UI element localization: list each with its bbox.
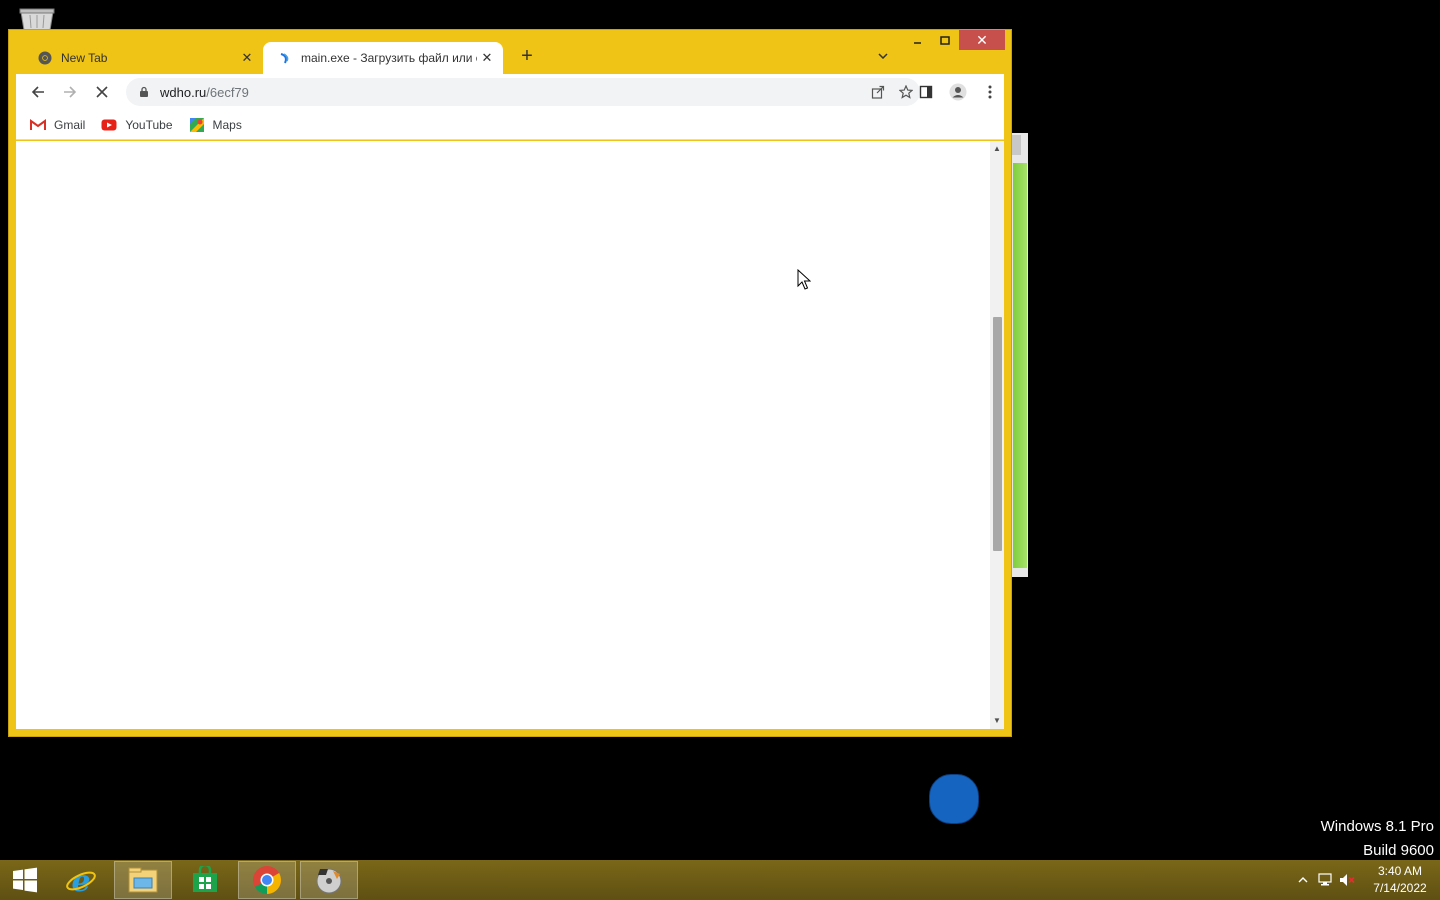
windows-watermark: Windows 8.1 Pro Build 9600 [1321, 815, 1434, 863]
stop-loading-icon[interactable] [88, 78, 116, 106]
address-bar[interactable]: wdho.ru/6ecf79 [126, 78, 920, 106]
store-icon[interactable] [176, 861, 234, 899]
bookmark-label: Gmail [54, 117, 86, 132]
window-controls: ✕ [903, 30, 1005, 52]
bookmark-gmail[interactable]: Gmail [30, 117, 85, 133]
side-panel-icon[interactable] [912, 78, 940, 106]
url-host: wdho.ru [160, 84, 207, 100]
tab-title: New Tab [61, 51, 108, 65]
scroll-thumb[interactable] [993, 317, 1002, 551]
bookmark-label: YouTube [125, 117, 173, 132]
wdho-icon [277, 50, 293, 66]
taskbar-clock[interactable]: 3:40 AM 7/14/2022 [1364, 863, 1436, 897]
taskbar: e 3:40 AM 7/14/2022 [0, 860, 1440, 900]
scroll-up-arrow-icon[interactable]: ▲ [993, 145, 1001, 153]
bookmark-youtube[interactable]: YouTube [101, 117, 173, 133]
tab-title: main.exe - Загрузить файл или с [301, 51, 477, 65]
background-window-scrollbar [1012, 135, 1021, 155]
background-window-content [1013, 163, 1027, 568]
profile-avatar-icon[interactable] [944, 78, 972, 106]
maximize-button[interactable] [931, 30, 959, 50]
youtube-icon [101, 117, 117, 133]
clock-date: 7/14/2022 [1373, 881, 1427, 895]
new-tab-button[interactable]: + [515, 44, 539, 68]
file-explorer-icon[interactable] [114, 861, 172, 899]
svg-text:e: e [71, 864, 90, 896]
chat-fab-button[interactable] [929, 774, 979, 824]
recycle-bin-icon[interactable] [18, 4, 56, 31]
browser-toolbar: wdho.ru/6ecf79 [16, 74, 1004, 110]
close-tab-icon[interactable]: ✕ [477, 48, 497, 68]
clock-time: 3:40 AM [1377, 864, 1423, 878]
watermark-edition: Windows 8.1 Pro [1320, 818, 1434, 835]
minimize-button[interactable] [903, 30, 931, 50]
media-app-icon[interactable] [300, 861, 358, 899]
internet-explorer-icon[interactable]: e [52, 861, 110, 899]
system-tray: 3:40 AM 7/14/2022 [1292, 860, 1440, 900]
network-icon[interactable] [1314, 869, 1336, 891]
start-icon[interactable] [0, 861, 50, 899]
tab-search-chevron-icon[interactable] [871, 46, 895, 66]
tab-new-tab[interactable]: New Tab ✕ [23, 42, 263, 74]
bookmark-maps[interactable]: Maps [189, 117, 242, 133]
volume-muted-icon[interactable] [1336, 869, 1358, 891]
url-path: /6ecf79 [206, 84, 249, 100]
menu-kebab-icon[interactable] [976, 78, 1004, 106]
mouse-cursor-icon [797, 269, 811, 290]
close-tab-icon[interactable]: ✕ [237, 48, 257, 68]
forward-arrow-icon[interactable] [56, 78, 84, 106]
title-bar[interactable]: New Tab ✕ main.exe - Загрузить файл или … [9, 30, 1011, 74]
maps-icon [189, 117, 205, 133]
bookmarks-bar: Gmail YouTube Maps [16, 110, 1004, 140]
chrome-icon[interactable] [238, 861, 296, 899]
close-window-button[interactable]: ✕ [959, 30, 1005, 50]
scroll-down-arrow-icon[interactable]: ▼ [993, 717, 1001, 725]
bookmark-label: Maps [212, 117, 242, 132]
page-scrollbar[interactable]: ▲ ▼ [990, 141, 1004, 729]
back-arrow-icon[interactable] [24, 78, 52, 106]
show-hidden-icons-chevron-icon[interactable] [1292, 869, 1314, 891]
page-content[interactable] [16, 141, 990, 824]
url-text[interactable]: wdho.ru/6ecf79 [160, 85, 864, 100]
lock-icon[interactable] [136, 84, 152, 100]
share-icon[interactable] [864, 78, 892, 106]
tab-main-exe[interactable]: main.exe - Загрузить файл или с ✕ [263, 42, 503, 74]
chrome-icon [37, 50, 53, 66]
gmail-icon [30, 117, 46, 133]
browser-window: New Tab ✕ main.exe - Загрузить файл или … [8, 29, 1012, 824]
